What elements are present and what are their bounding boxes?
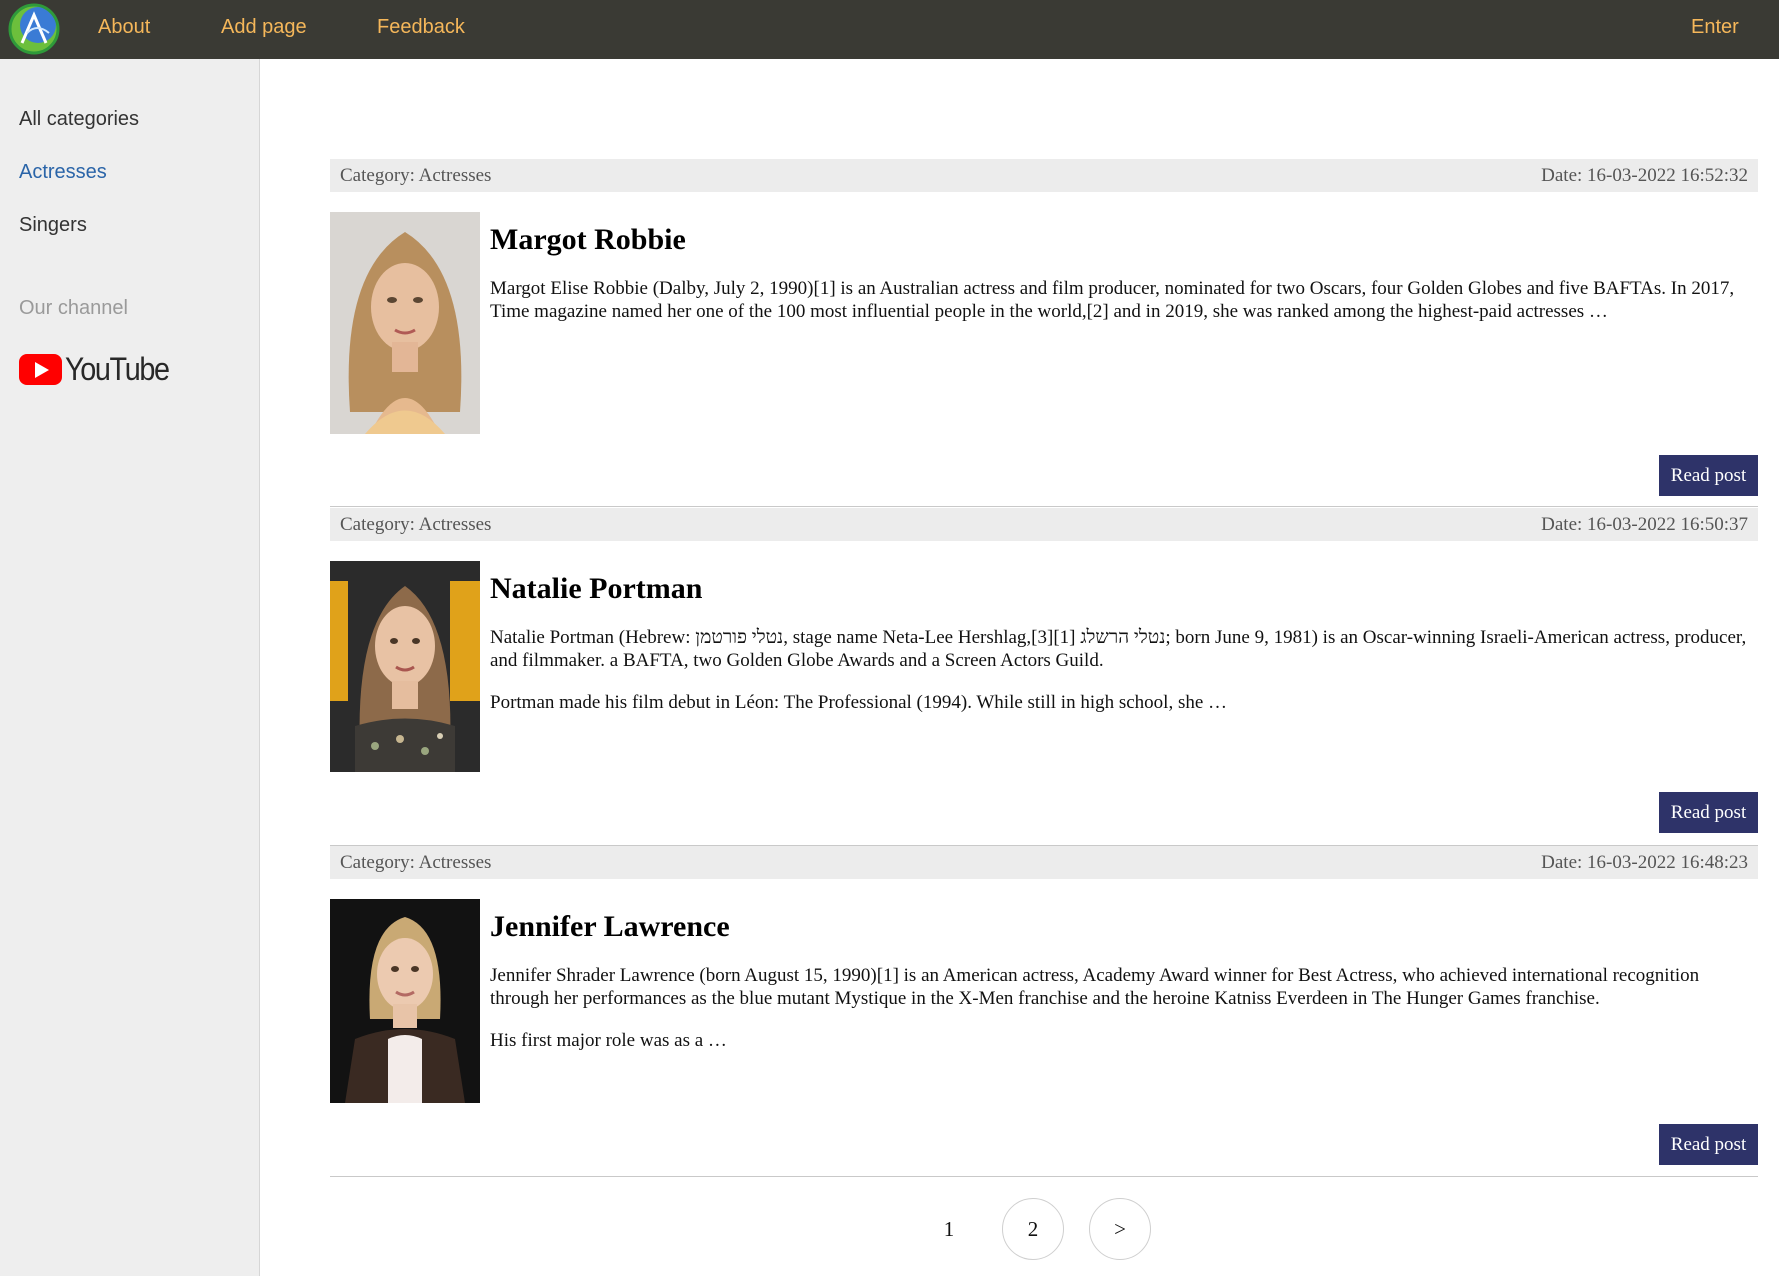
sidebar-item-actresses[interactable]: Actresses <box>19 161 107 184</box>
read-post-button[interactable]: Read post <box>1659 1124 1758 1165</box>
post-meta-bar: Category: Actresses Date: 16-03-2022 16:… <box>330 846 1758 879</box>
youtube-link[interactable]: YouTube <box>19 351 180 387</box>
pagination-page-2[interactable]: 2 <box>1002 1198 1064 1260</box>
post-category[interactable]: Category: Actresses <box>340 852 491 874</box>
post-excerpt-continued: Portman made his film debut in Léon: The… <box>490 692 1228 713</box>
nav-add-page-link[interactable]: Add page <box>221 16 307 39</box>
post-date: Date: 16-03-2022 16:48:23 <box>1541 852 1748 873</box>
sidebar-item-all-categories[interactable]: All categories <box>19 108 139 131</box>
post-title[interactable]: Jennifer Lawrence <box>490 910 730 944</box>
post-thumbnail[interactable] <box>330 561 480 772</box>
post-category[interactable]: Category: Actresses <box>340 514 491 536</box>
nav-feedback-link[interactable]: Feedback <box>377 16 465 39</box>
post-excerpt: Natalie Portman (Hebrew: נטלי פורטמן, st… <box>490 627 1747 671</box>
post-thumbnail[interactable] <box>330 212 480 434</box>
top-navbar: About Add page Feedback Enter <box>0 0 1779 59</box>
post-excerpt: Jennifer Shrader Lawrence (born August 1… <box>490 965 1700 1009</box>
post-divider <box>330 506 1758 507</box>
post-thumbnail[interactable] <box>330 899 480 1103</box>
post-divider <box>330 1176 1758 1177</box>
post-meta-bar: Category: Actresses Date: 16-03-2022 16:… <box>330 508 1758 541</box>
post-excerpt: Margot Elise Robbie (Dalby, July 2, 1990… <box>490 278 1735 322</box>
post-title[interactable]: Natalie Portman <box>490 572 702 606</box>
sidebar-item-singers[interactable]: Singers <box>19 214 87 237</box>
read-post-button[interactable]: Read post <box>1659 455 1758 496</box>
post-date: Date: 16-03-2022 16:52:32 <box>1541 165 1748 186</box>
channel-heading: Our channel <box>19 297 128 319</box>
nav-enter-link[interactable]: Enter <box>1691 16 1739 39</box>
post-date: Date: 16-03-2022 16:50:37 <box>1541 514 1748 535</box>
post-meta-bar: Category: Actresses Date: 16-03-2022 16:… <box>330 159 1758 192</box>
pagination-next-button[interactable]: > <box>1089 1198 1151 1260</box>
nav-about-link[interactable]: About <box>98 16 150 39</box>
youtube-icon <box>19 353 62 385</box>
post-category[interactable]: Category: Actresses <box>340 165 491 187</box>
pagination-current-page: 1 <box>943 1216 955 1241</box>
site-logo-icon[interactable] <box>7 3 61 55</box>
post-excerpt-continued: His first major role was as a … <box>490 1030 727 1051</box>
read-post-button[interactable]: Read post <box>1659 792 1758 833</box>
sidebar: All categories Actresses Singers Our cha… <box>0 59 260 1276</box>
post-title[interactable]: Margot Robbie <box>490 223 686 257</box>
youtube-wordmark: YouTube <box>65 350 170 387</box>
